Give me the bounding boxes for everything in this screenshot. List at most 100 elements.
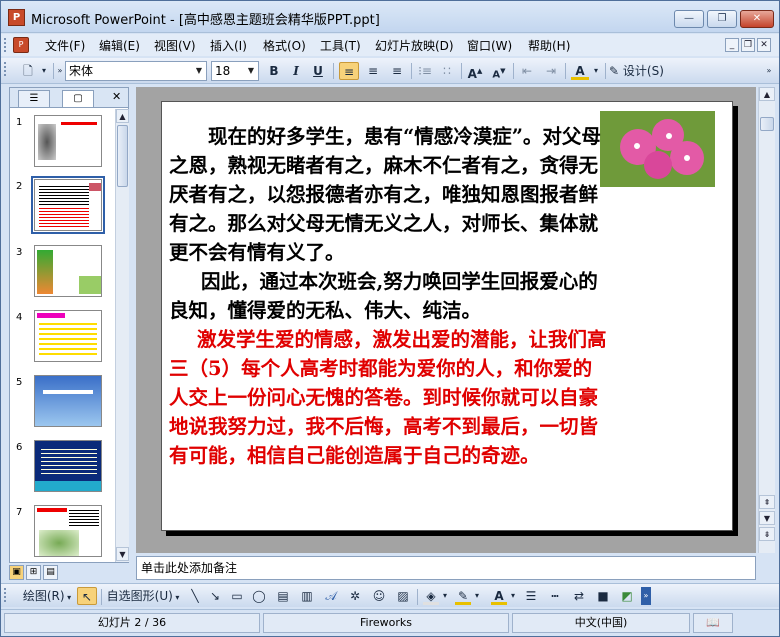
- scroll-thumb[interactable]: [117, 125, 128, 187]
- menu-format[interactable]: 格式(O): [263, 37, 306, 54]
- minimize-button[interactable]: —: [674, 10, 704, 28]
- thumbnail-scrollbar[interactable]: ▲ ▼: [115, 109, 129, 562]
- arrow-tool-icon[interactable]: ↘: [207, 587, 223, 605]
- diagram-icon[interactable]: ✲: [347, 587, 363, 605]
- increase-font-icon[interactable]: A▲: [465, 62, 485, 81]
- chevron-down-icon[interactable]: ▼: [192, 62, 206, 80]
- thumbnail-item[interactable]: 3: [10, 245, 117, 305]
- chevron-down-icon[interactable]: ▼: [244, 62, 258, 80]
- powerpoint-app-icon[interactable]: P: [8, 9, 25, 26]
- draw-font-color-icon[interactable]: A: [491, 587, 507, 605]
- slide-thumbnail[interactable]: [34, 440, 102, 492]
- design-button[interactable]: ✎ 设计(S): [609, 62, 671, 80]
- slide-thumbnail[interactable]: [34, 375, 102, 427]
- menu-help[interactable]: 帮助(H): [528, 37, 570, 54]
- vertical-textbox-icon[interactable]: ▥: [299, 587, 315, 605]
- mdi-restore-button[interactable]: ❐: [741, 38, 755, 52]
- menu-file[interactable]: 文件(F): [45, 37, 85, 54]
- font-color-icon[interactable]: A: [571, 62, 589, 80]
- mdi-minimize-button[interactable]: _: [725, 38, 739, 52]
- line-style-icon[interactable]: ☰: [523, 587, 539, 605]
- menu-slideshow[interactable]: 幻灯片放映(D): [375, 37, 454, 54]
- decrease-indent-icon[interactable]: ⇤: [517, 62, 537, 80]
- thumbnail-item[interactable]: 5: [10, 375, 117, 435]
- slideshow-view-icon[interactable]: ▤: [43, 565, 58, 580]
- drawbar-grip-icon[interactable]: [4, 588, 7, 602]
- thumbnail-item[interactable]: 4: [10, 310, 117, 370]
- font-name-select[interactable]: 宋体 ▼: [65, 61, 207, 81]
- menu-edit[interactable]: 编辑(E): [99, 37, 140, 54]
- notes-field[interactable]: 单击此处添加备注: [136, 556, 756, 580]
- slide-body-text[interactable]: 现在的好多学生，患有“情感冷漠症”。对父母之恩，熟视无睹者有之，麻木不仁者有之，…: [169, 122, 609, 470]
- scroll-down-icon[interactable]: ▼: [759, 511, 775, 525]
- new-document-icon[interactable]: 🗋: [17, 62, 39, 80]
- new-dropdown-icon[interactable]: ▾: [39, 62, 49, 80]
- next-slide-icon[interactable]: ⇟: [759, 527, 775, 541]
- draw-menu-button[interactable]: 绘图(R) ▾: [21, 587, 73, 605]
- slide-sorter-icon[interactable]: ⊞: [26, 565, 41, 580]
- align-center-icon[interactable]: ≡: [363, 62, 383, 80]
- bold-button[interactable]: B: [265, 62, 283, 80]
- picture-icon[interactable]: ▨: [395, 587, 411, 605]
- toolbar-grip-icon[interactable]: [4, 62, 7, 76]
- numbering-icon[interactable]: ⁝≡: [415, 62, 435, 80]
- mdi-close-button[interactable]: ✕: [757, 38, 771, 52]
- slide-scrollbar[interactable]: ▲ ⇞ ▼ ⇟: [758, 87, 775, 553]
- restore-button[interactable]: ❐: [707, 10, 737, 28]
- arrow-style-icon[interactable]: ⇄: [571, 587, 587, 605]
- oval-tool-icon[interactable]: ◯: [251, 587, 267, 605]
- slide-thumbnail[interactable]: [34, 115, 102, 167]
- thumbnail-item[interactable]: 6: [10, 440, 117, 500]
- scroll-up-icon[interactable]: ▲: [759, 87, 775, 101]
- tab-outline[interactable]: ☰: [18, 90, 50, 107]
- toolbar-options-icon[interactable]: »: [55, 62, 65, 80]
- toolbar-overflow-icon[interactable]: »: [763, 62, 775, 80]
- normal-view-icon[interactable]: ▣: [9, 565, 24, 580]
- slide-thumbnail[interactable]: [34, 310, 102, 362]
- scroll-up-icon[interactable]: ▲: [116, 109, 129, 123]
- clipart-icon[interactable]: ☺: [371, 587, 387, 605]
- slide-thumbnail[interactable]: [34, 505, 102, 557]
- drawbar-overflow-icon[interactable]: »: [641, 587, 651, 605]
- line-color-icon[interactable]: ✎: [455, 587, 471, 605]
- menu-grip-icon[interactable]: [4, 38, 7, 52]
- language-indicator[interactable]: 中文(中国): [512, 613, 690, 633]
- wordart-icon[interactable]: 𝒜: [323, 587, 339, 605]
- italic-button[interactable]: I: [287, 62, 305, 80]
- textbox-tool-icon[interactable]: ▤: [275, 587, 291, 605]
- slide-thumbnail-selected[interactable]: [31, 176, 105, 234]
- font-size-select[interactable]: 18 ▼: [211, 61, 259, 81]
- 3d-style-icon[interactable]: ◩: [619, 587, 635, 605]
- autoshapes-button[interactable]: 自选图形(U) ▾: [105, 587, 181, 605]
- previous-slide-icon[interactable]: ⇞: [759, 495, 775, 509]
- panel-close-icon[interactable]: ✕: [112, 90, 121, 103]
- font-color-dropdown-icon[interactable]: ▾: [591, 62, 601, 80]
- line-color-dropdown-icon[interactable]: ▾: [473, 587, 481, 605]
- bullets-icon[interactable]: ∷: [437, 62, 457, 80]
- close-button[interactable]: ✕: [740, 10, 774, 28]
- thumbnail-item[interactable]: 2: [10, 176, 117, 239]
- increase-indent-icon[interactable]: ⇥: [541, 62, 561, 80]
- underline-button[interactable]: U: [309, 62, 327, 80]
- current-slide[interactable]: 现在的好多学生，患有“情感冷漠症”。对父母之恩，熟视无睹者有之，麻木不仁者有之，…: [161, 101, 733, 531]
- draw-font-color-dropdown-icon[interactable]: ▾: [509, 587, 517, 605]
- tab-slides[interactable]: ▢: [62, 90, 94, 107]
- menu-view[interactable]: 视图(V): [154, 37, 196, 54]
- decrease-font-icon[interactable]: A▼: [489, 62, 509, 80]
- thumbnail-item[interactable]: 7: [10, 505, 117, 562]
- slide-thumbnail[interactable]: [34, 245, 102, 297]
- menu-tools[interactable]: 工具(T): [320, 37, 361, 54]
- align-right-icon[interactable]: ≡: [387, 62, 407, 80]
- dash-style-icon[interactable]: ┅: [547, 587, 563, 605]
- fill-color-icon[interactable]: ◈: [423, 587, 439, 605]
- menu-insert[interactable]: 插入(I): [210, 37, 247, 54]
- scroll-thumb[interactable]: [760, 117, 774, 131]
- document-icon[interactable]: P: [13, 37, 29, 53]
- align-left-icon[interactable]: ≡: [339, 62, 359, 80]
- select-pointer-icon[interactable]: ↖: [77, 587, 97, 605]
- fill-dropdown-icon[interactable]: ▾: [441, 587, 449, 605]
- line-tool-icon[interactable]: ╲: [187, 587, 203, 605]
- thumbnail-item[interactable]: 1: [10, 115, 117, 175]
- spelling-check-icon[interactable]: 📖: [693, 613, 733, 633]
- rectangle-tool-icon[interactable]: ▭: [229, 587, 245, 605]
